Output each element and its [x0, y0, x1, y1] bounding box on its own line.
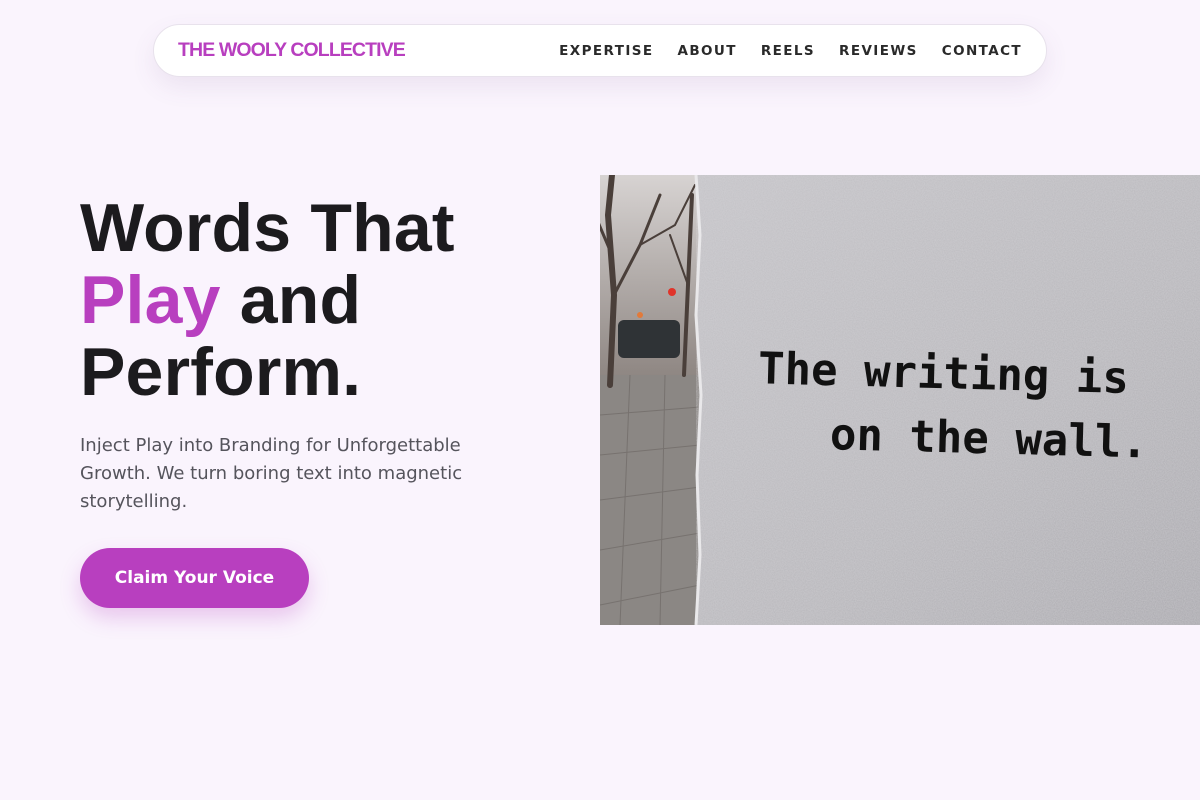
hero-title-line2: and [220, 262, 362, 338]
nav-links: EXPERTISE ABOUT REELS REVIEWS CONTACT [559, 43, 1022, 59]
nav-about[interactable]: ABOUT [677, 43, 736, 59]
hero-title-accent: Play [80, 262, 221, 338]
nav-reels[interactable]: REELS [761, 43, 815, 59]
brand-logo[interactable]: THE WOOLY COLLECTIVE [178, 39, 406, 62]
hero-title-line3: Perform. [80, 334, 362, 410]
nav-reviews[interactable]: REVIEWS [839, 43, 918, 59]
wall-text-line1: The writing is [757, 343, 1129, 404]
landing-page: THE WOOLY COLLECTIVE EXPERTISE ABOUT REE… [0, 0, 1200, 800]
hero-title: Words That Play and Perform. [80, 192, 560, 408]
nav-contact[interactable]: CONTACT [942, 43, 1022, 59]
hero-image: The writing is on the wall. [600, 175, 1200, 625]
nav-expertise[interactable]: EXPERTISE [559, 43, 653, 59]
navbar: THE WOOLY COLLECTIVE EXPERTISE ABOUT REE… [153, 24, 1047, 77]
hero-title-line1: Words That [80, 190, 455, 266]
wall-photo: The writing is on the wall. [600, 175, 1200, 625]
hero-subtitle: Inject Play into Branding for Unforgetta… [80, 435, 463, 512]
claim-voice-button[interactable]: Claim Your Voice [80, 548, 309, 608]
wall-text-line2: on the wall. [829, 409, 1148, 468]
